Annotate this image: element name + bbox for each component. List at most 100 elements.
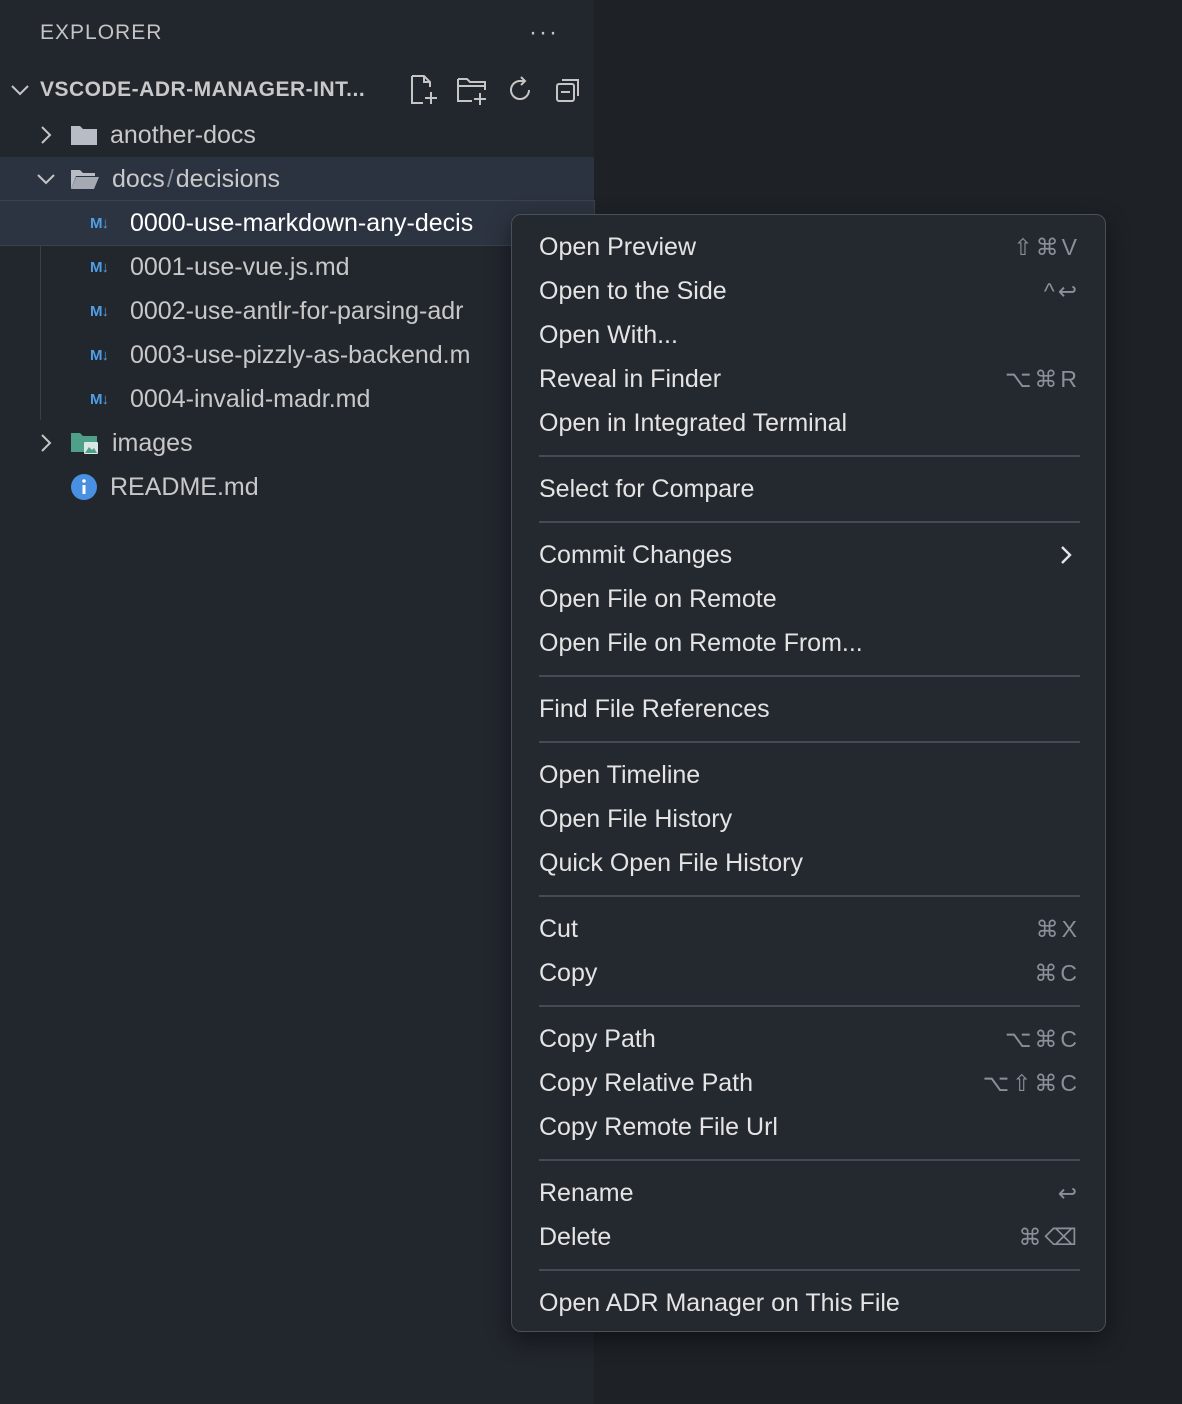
file-label: 0000-use-markdown-any-decis — [130, 208, 474, 237]
menu-item-label: Rename — [539, 1178, 634, 1207]
menu-item-rename[interactable]: Rename ↩ — [539, 1171, 1080, 1215]
menu-item-open-in-terminal[interactable]: Open in Integrated Terminal — [539, 401, 1080, 445]
menu-separator — [539, 675, 1080, 677]
menu-item-cut[interactable]: Cut ⌘X — [539, 907, 1080, 951]
menu-item-label: Open File on Remote — [539, 584, 777, 613]
tree-item-label: docs/decisions — [112, 165, 280, 194]
images-folder-icon — [70, 430, 100, 456]
info-icon — [70, 473, 98, 501]
explorer-sidebar: EXPLORER ··· VSCODE-ADR-MANAGER-INT... a… — [0, 0, 595, 1404]
file-label: 0001-use-vue.js.md — [130, 252, 350, 281]
menu-item-open-with[interactable]: Open With... — [539, 313, 1080, 357]
path-segment-docs: docs — [112, 164, 165, 193]
chevron-right-icon[interactable] — [34, 431, 58, 455]
menu-item-label: Open File History — [539, 804, 733, 833]
tree-item-label: images — [112, 428, 193, 457]
menu-item-label: Copy Path — [539, 1024, 656, 1053]
path-segment-decisions: decisions — [175, 164, 280, 193]
collapse-all-icon[interactable] — [550, 72, 586, 108]
menu-separator — [539, 1159, 1080, 1161]
menu-item-label: Commit Changes — [539, 540, 733, 569]
menu-item-select-for-compare[interactable]: Select for Compare — [539, 467, 1080, 511]
chevron-right-icon[interactable] — [34, 123, 58, 147]
menu-separator — [539, 455, 1080, 457]
workspace-root-row[interactable]: VSCODE-ADR-MANAGER-INT... — [0, 68, 594, 112]
file-label: 0002-use-antlr-for-parsing-adr — [130, 296, 464, 325]
menu-separator — [539, 1005, 1080, 1007]
markdown-icon: M↓ — [90, 302, 109, 320]
root-actions-toolbar — [406, 72, 586, 108]
markdown-icon: M↓ — [90, 346, 109, 364]
menu-item-open-file-history[interactable]: Open File History — [539, 797, 1080, 841]
menu-item-copy-remote-file-url[interactable]: Copy Remote File Url — [539, 1105, 1080, 1149]
menu-item-label: Select for Compare — [539, 474, 755, 503]
file-label: 0003-use-pizzly-as-backend.m — [130, 340, 471, 369]
shortcut-label: ⇧⌘V — [1013, 233, 1080, 260]
menu-item-label: Open With... — [539, 320, 678, 349]
shortcut-label: ^↩ — [1043, 277, 1080, 304]
menu-separator — [539, 1269, 1080, 1271]
explorer-header: EXPLORER ··· — [0, 0, 594, 66]
menu-item-label: Reveal in Finder — [539, 364, 722, 393]
tree-item-label: another-docs — [110, 120, 256, 149]
menu-item-label: Open Timeline — [539, 760, 701, 789]
menu-item-open-preview[interactable]: Open Preview ⇧⌘V — [539, 225, 1080, 269]
menu-item-label: Open ADR Manager on This File — [539, 1288, 900, 1317]
menu-item-copy-relative-path[interactable]: Copy Relative Path ⌥⇧⌘C — [539, 1061, 1080, 1105]
more-actions-button[interactable]: ··· — [524, 18, 564, 48]
explorer-title: EXPLORER — [40, 21, 163, 44]
shortcut-label: ⌥⇧⌘C — [982, 1069, 1080, 1096]
menu-item-open-adr-manager[interactable]: Open ADR Manager on This File — [539, 1281, 1080, 1325]
menu-item-copy-path[interactable]: Copy Path ⌥⌘C — [539, 1017, 1080, 1061]
menu-item-find-file-references[interactable]: Find File References — [539, 687, 1080, 731]
tree-item-another-docs[interactable]: another-docs — [0, 113, 594, 157]
tree-item-label: README.md — [110, 472, 259, 501]
menu-item-label: Copy Relative Path — [539, 1068, 754, 1097]
path-separator: / — [166, 164, 174, 193]
menu-item-label: Open File on Remote From... — [539, 628, 863, 657]
workspace-root-label: VSCODE-ADR-MANAGER-INT... — [40, 78, 366, 101]
tree-item-file[interactable]: M↓ 0001-use-vue.js.md — [0, 245, 594, 289]
menu-item-label: Open in Integrated Terminal — [539, 408, 848, 437]
tree-item-file[interactable]: M↓ 0003-use-pizzly-as-backend.m — [0, 333, 594, 377]
folder-icon — [70, 123, 98, 147]
menu-item-delete[interactable]: Delete ⌘⌫ — [539, 1215, 1080, 1259]
chevron-down-icon[interactable] — [8, 78, 32, 102]
shortcut-label: ⌥⌘C — [1004, 1025, 1080, 1052]
markdown-icon: M↓ — [90, 214, 109, 232]
menu-item-open-file-on-remote-from[interactable]: Open File on Remote From... — [539, 621, 1080, 665]
tree-item-docs-decisions[interactable]: docs/decisions — [0, 157, 594, 201]
file-label: 0004-invalid-madr.md — [130, 384, 371, 413]
menu-separator — [539, 521, 1080, 523]
menu-item-label: Open Preview — [539, 232, 697, 261]
menu-item-reveal-in-finder[interactable]: Reveal in Finder ⌥⌘R — [539, 357, 1080, 401]
menu-item-label: Copy Remote File Url — [539, 1112, 778, 1141]
menu-item-open-timeline[interactable]: Open Timeline — [539, 753, 1080, 797]
tree-item-file[interactable]: M↓ 0002-use-antlr-for-parsing-adr — [0, 289, 594, 333]
chevron-down-icon[interactable] — [34, 167, 58, 191]
tree-item-readme[interactable]: README.md — [0, 465, 594, 509]
shortcut-label: ↩ — [1057, 1179, 1080, 1206]
new-file-icon[interactable] — [406, 72, 442, 108]
menu-separator — [539, 741, 1080, 743]
menu-item-quick-open-file-history[interactable]: Quick Open File History — [539, 841, 1080, 885]
menu-item-label: Copy — [539, 958, 598, 987]
tree-item-file[interactable]: M↓ 0004-invalid-madr.md — [0, 377, 594, 421]
menu-separator — [539, 895, 1080, 897]
menu-item-open-file-on-remote[interactable]: Open File on Remote — [539, 577, 1080, 621]
markdown-icon: M↓ — [90, 258, 109, 276]
shortcut-label: ⌘X — [1035, 915, 1080, 942]
menu-item-commit-changes[interactable]: Commit Changes — [539, 533, 1080, 577]
menu-item-label: Find File References — [539, 694, 770, 723]
tree-item-images[interactable]: images — [0, 421, 594, 465]
folder-open-icon — [70, 167, 100, 191]
new-folder-icon[interactable] — [454, 72, 490, 108]
refresh-icon[interactable] — [502, 72, 538, 108]
menu-item-open-to-side[interactable]: Open to the Side ^↩ — [539, 269, 1080, 313]
context-menu: Open Preview ⇧⌘V Open to the Side ^↩ Ope… — [511, 214, 1106, 1332]
menu-item-copy[interactable]: Copy ⌘C — [539, 951, 1080, 995]
chevron-right-icon — [1058, 544, 1074, 566]
shortcut-label: ⌘⌫ — [1018, 1223, 1080, 1250]
markdown-icon: M↓ — [90, 390, 109, 408]
tree-item-file[interactable]: M↓ 0000-use-markdown-any-decis — [0, 200, 595, 246]
